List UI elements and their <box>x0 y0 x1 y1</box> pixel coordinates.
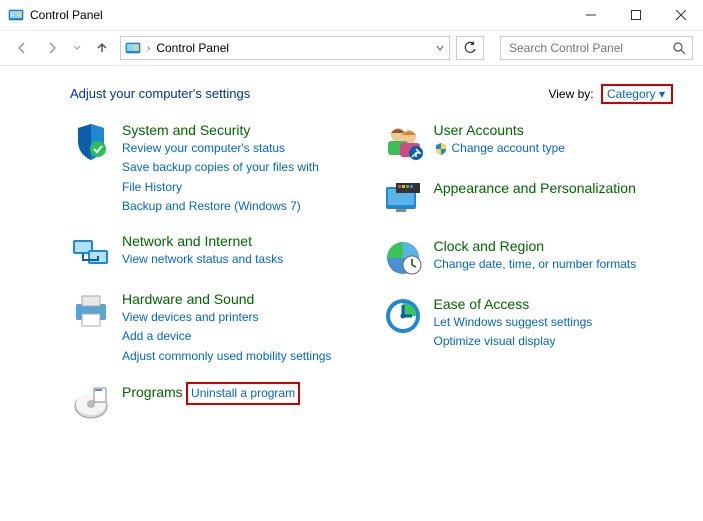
search-input[interactable] <box>507 40 672 56</box>
link-backup-restore[interactable]: Backup and Restore (Windows 7) <box>122 197 301 216</box>
user-accounts-icon <box>382 121 424 163</box>
link-mobility[interactable]: Adjust commonly used mobility settings <box>122 347 331 366</box>
page-title: Adjust your computer's settings <box>70 86 250 101</box>
close-button[interactable] <box>658 0 703 30</box>
shield-icon <box>70 121 112 163</box>
appearance-icon <box>382 179 424 221</box>
category-system-security[interactable]: System and Security <box>122 122 250 138</box>
link-optimize-display[interactable]: Optimize visual display <box>434 332 556 351</box>
category-hardware[interactable]: Hardware and Sound <box>122 291 254 307</box>
address-dropdown-icon[interactable] <box>435 43 445 53</box>
back-button[interactable] <box>10 36 34 60</box>
ease-of-access-icon <box>382 295 424 337</box>
control-panel-icon <box>125 40 141 56</box>
address-bar[interactable]: › Control Panel <box>120 36 450 60</box>
viewby-label: View by: <box>548 87 593 101</box>
control-panel-icon <box>8 7 24 23</box>
link-add-device[interactable]: Add a device <box>122 327 191 346</box>
category-network[interactable]: Network and Internet <box>122 233 252 249</box>
link-suggest-settings[interactable]: Let Windows suggest settings <box>434 313 593 332</box>
search-icon[interactable] <box>672 41 686 55</box>
chevron-right-icon: › <box>145 43 152 54</box>
link-uninstall[interactable]: Uninstall a program <box>191 386 295 400</box>
category-clock[interactable]: Clock and Region <box>434 238 545 254</box>
link-file-history[interactable]: Save backup copies of your files with Fi… <box>122 158 332 196</box>
up-button[interactable] <box>90 36 114 60</box>
recent-locations-button[interactable] <box>70 36 84 60</box>
printer-icon <box>70 290 112 332</box>
minimize-button[interactable] <box>568 0 613 30</box>
search-box[interactable] <box>500 36 693 60</box>
link-change-account-type[interactable]: Change account type <box>452 139 565 158</box>
forward-button[interactable] <box>40 36 64 60</box>
network-icon <box>70 232 112 274</box>
programs-icon <box>70 382 112 424</box>
clock-icon <box>382 237 424 279</box>
uac-shield-icon <box>434 142 448 156</box>
link-devices-printers[interactable]: View devices and printers <box>122 308 259 327</box>
window-title: Control Panel <box>30 8 103 22</box>
category-user-accounts[interactable]: User Accounts <box>434 122 524 138</box>
refresh-button[interactable] <box>456 36 484 60</box>
category-programs[interactable]: Programs <box>122 384 183 400</box>
category-appearance[interactable]: Appearance and Personalization <box>434 180 636 196</box>
viewby-dropdown[interactable]: Category ▾ <box>601 84 673 104</box>
link-change-date[interactable]: Change date, time, or number formats <box>434 255 637 274</box>
link-network-status[interactable]: View network status and tasks <box>122 250 283 269</box>
breadcrumb[interactable]: Control Panel <box>156 41 229 55</box>
maximize-button[interactable] <box>613 0 658 30</box>
category-ease-of-access[interactable]: Ease of Access <box>434 296 530 312</box>
link-review-status[interactable]: Review your computer's status <box>122 139 285 158</box>
